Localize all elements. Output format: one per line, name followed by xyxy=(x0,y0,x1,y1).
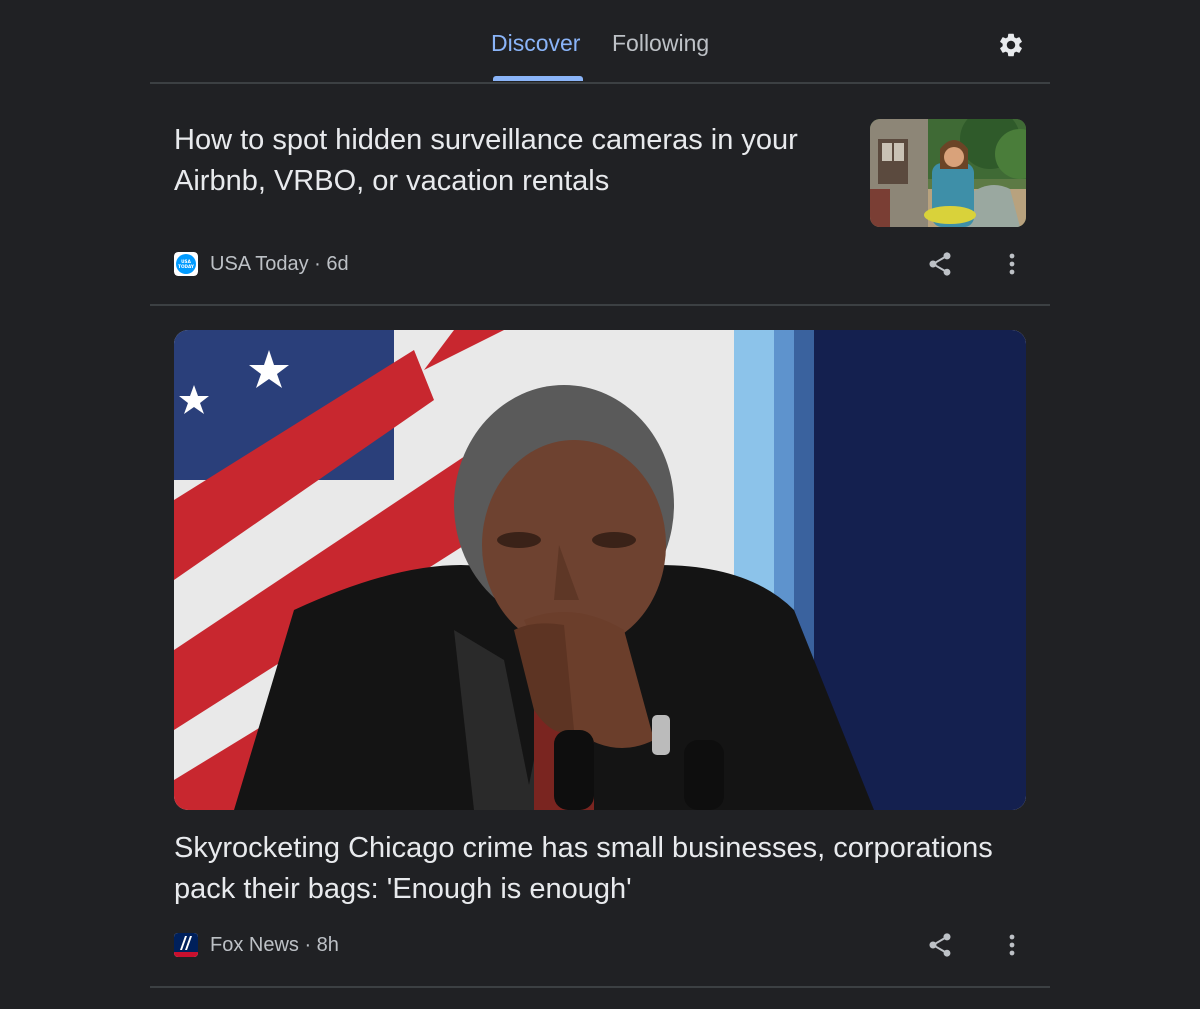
fox-news-logo xyxy=(174,933,198,957)
article-source-meta: USA Today · 6d xyxy=(210,253,349,275)
tab-discover[interactable]: Discover xyxy=(491,30,580,57)
tab-following[interactable]: Following xyxy=(612,30,709,57)
usa-today-logo-text-today: TODAY xyxy=(178,264,195,269)
usa-today-logo: USA TODAY xyxy=(174,252,198,276)
gear-icon[interactable] xyxy=(997,31,1025,59)
article-headline[interactable]: How to spot hidden surveillance cameras … xyxy=(174,120,834,202)
article-card[interactable]: Skyrocketing Chicago crime has small bus… xyxy=(150,306,1050,988)
article-source-meta: Fox News · 8h xyxy=(210,934,339,956)
share-icon[interactable] xyxy=(926,931,954,959)
discover-feed: Discover Following How to spot hidden su… xyxy=(150,0,1050,1009)
article-source-row: USA TODAY USA Today · 6d xyxy=(174,249,1026,279)
article-hero-image[interactable] xyxy=(174,330,1026,810)
share-icon[interactable] xyxy=(926,250,954,278)
article-thumbnail[interactable] xyxy=(870,119,1026,227)
article-headline[interactable]: Skyrocketing Chicago crime has small bus… xyxy=(174,828,1034,910)
article-card[interactable]: How to spot hidden surveillance cameras … xyxy=(150,84,1050,306)
more-vert-icon[interactable] xyxy=(1004,931,1020,959)
more-vert-icon[interactable] xyxy=(1004,250,1020,278)
article-source-row: Fox News · 8h xyxy=(174,930,1026,960)
active-tab-indicator xyxy=(493,76,583,81)
feed-tab-bar: Discover Following xyxy=(150,0,1050,84)
